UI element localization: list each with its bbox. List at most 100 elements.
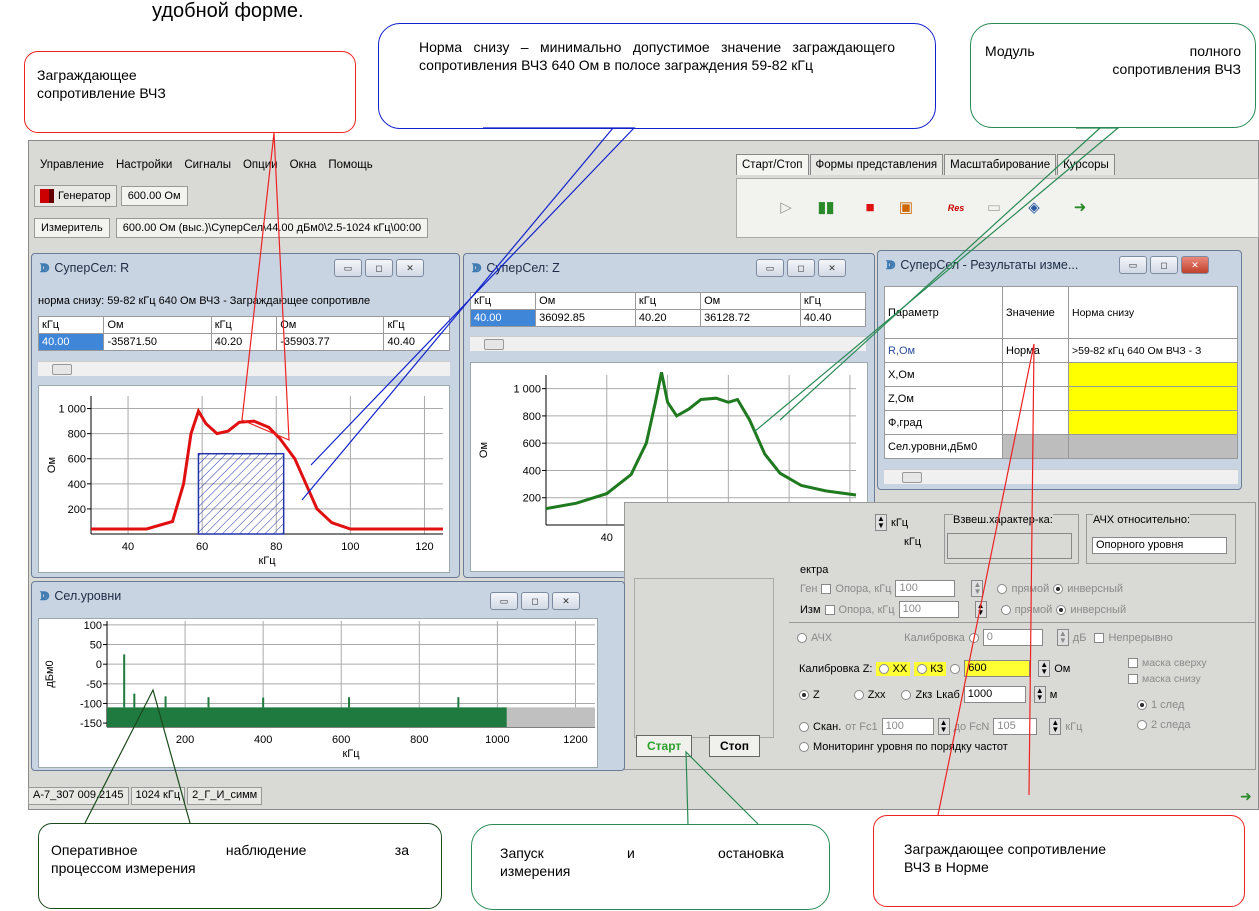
- spin-icon[interactable]: ▲ ▼: [937, 718, 950, 735]
- stop-icon[interactable]: ■: [861, 199, 879, 217]
- maximize-icon[interactable]: ◻: [521, 592, 549, 610]
- meter-button[interactable]: Измеритель: [34, 218, 110, 238]
- scroll-thumb[interactable]: [902, 472, 922, 483]
- exit-icon[interactable]: ➜: [1240, 788, 1252, 805]
- start-button[interactable]: Старт: [636, 735, 693, 757]
- value-cell[interactable]: [1002, 434, 1069, 459]
- menu-control[interactable]: Управление: [40, 159, 104, 171]
- mask-top-checkbox[interactable]: [1128, 658, 1138, 668]
- calib-z-input[interactable]: 600: [964, 660, 1031, 677]
- minimize-icon[interactable]: ▭: [490, 592, 518, 610]
- spin-icon[interactable]: ▲ ▼: [1056, 629, 1069, 646]
- minimize-icon[interactable]: ▭: [1119, 256, 1147, 274]
- maximize-icon[interactable]: ◻: [1150, 256, 1178, 274]
- menu-options[interactable]: Опции: [243, 159, 278, 171]
- tab-views[interactable]: Формы представления: [809, 154, 944, 175]
- reset-icon[interactable]: Res: [947, 199, 965, 217]
- minimize-icon[interactable]: ▭: [756, 259, 784, 277]
- continuous-checkbox[interactable]: [1094, 632, 1105, 643]
- zkz-radio[interactable]: [901, 689, 912, 700]
- gen-ref-checkbox[interactable]: [821, 583, 832, 594]
- scan-to-input[interactable]: 105: [993, 718, 1038, 735]
- value-cell[interactable]: [1002, 410, 1069, 435]
- menu-windows[interactable]: Окна: [290, 159, 317, 171]
- data-table-r[interactable]: кГц Ом кГц Ом кГц 40.00 -35871.50 40.20 …: [37, 316, 450, 351]
- scroll-thumb[interactable]: [52, 364, 72, 375]
- close-icon[interactable]: ✕: [552, 592, 580, 610]
- one-trace-radio[interactable]: [1137, 700, 1147, 710]
- screen-icon[interactable]: ▭: [985, 199, 1003, 217]
- ach-rel-select[interactable]: Опорного уровня: [1092, 537, 1227, 554]
- close-icon[interactable]: ✕: [818, 259, 846, 277]
- results-table[interactable]: Параметр Значение Норма снизу R,Ом Норма…: [884, 286, 1238, 459]
- table-cell[interactable]: -35871.50: [103, 333, 212, 351]
- table-cell[interactable]: 40.20: [210, 333, 278, 351]
- table-cell[interactable]: -35903.77: [276, 333, 385, 351]
- table-cell[interactable]: 40.00: [469, 309, 537, 327]
- maximize-icon[interactable]: ◻: [365, 259, 393, 277]
- calib-xx-option[interactable]: XX: [876, 661, 911, 676]
- calib-input[interactable]: 0: [982, 629, 1043, 646]
- table-cell[interactable]: 40.20: [634, 309, 702, 327]
- spin-icon[interactable]: ▲ ▼: [875, 514, 887, 531]
- z-radio[interactable]: [799, 689, 809, 700]
- close-icon[interactable]: ✕: [396, 259, 424, 277]
- h-scrollbar[interactable]: [38, 361, 450, 376]
- spin-icon[interactable]: ▲ ▼: [1049, 718, 1062, 735]
- spin-icon[interactable]: ▲ ▼: [1033, 686, 1046, 703]
- record-icon[interactable]: ▣: [897, 199, 915, 217]
- play-icon[interactable]: ▷: [777, 199, 795, 217]
- monitor-radio[interactable]: [799, 742, 809, 752]
- value-cell[interactable]: Норма: [1002, 338, 1069, 363]
- maximize-icon[interactable]: ◻: [787, 259, 815, 277]
- minimize-icon[interactable]: ▭: [334, 259, 362, 277]
- tab-start-stop[interactable]: Старт/Стоп: [736, 154, 809, 175]
- h-scrollbar[interactable]: [884, 469, 1238, 484]
- norm-cell[interactable]: [1068, 362, 1238, 387]
- two-trace-radio[interactable]: [1137, 720, 1147, 730]
- gen-direct-radio[interactable]: [997, 583, 1008, 594]
- menu-signals[interactable]: Сигналы: [184, 159, 231, 171]
- norm-cell[interactable]: >59-82 кГц 640 Ом ВЧЗ - З: [1068, 338, 1238, 363]
- izm-ref-input[interactable]: 100: [898, 601, 959, 618]
- table-cell[interactable]: 36092.85: [535, 309, 636, 327]
- mask-bottom-checkbox[interactable]: [1128, 674, 1138, 684]
- norm-cell[interactable]: [1068, 434, 1238, 459]
- h-scrollbar[interactable]: [470, 336, 866, 351]
- scroll-thumb[interactable]: [484, 339, 504, 350]
- spin-icon[interactable]: ▲ ▼: [974, 601, 987, 618]
- menu-settings[interactable]: Настройки: [116, 159, 172, 171]
- calib-radio[interactable]: [968, 632, 979, 643]
- data-table-z[interactable]: кГц Ом кГц Ом кГц 40.00 36092.85 40.20 3…: [469, 292, 867, 327]
- value-cell[interactable]: [1002, 362, 1069, 387]
- calib-kz-option[interactable]: КЗ: [914, 661, 947, 676]
- gen-inverse-radio[interactable]: [1053, 583, 1064, 594]
- norm-cell[interactable]: [1068, 386, 1238, 411]
- exit-icon[interactable]: ➜: [1071, 199, 1089, 217]
- eraser-icon[interactable]: ◈: [1025, 199, 1043, 217]
- table-cell[interactable]: 40.40: [799, 309, 867, 327]
- menu-help[interactable]: Помощь: [328, 159, 372, 171]
- norm-cell[interactable]: [1068, 410, 1238, 435]
- table-cell[interactable]: 40.00: [37, 333, 105, 351]
- ach-radio[interactable]: [797, 632, 807, 643]
- lcab-input[interactable]: 1000: [963, 686, 1026, 703]
- generator-button[interactable]: Генератор: [34, 185, 117, 207]
- close-icon[interactable]: ✕: [1181, 256, 1209, 274]
- izm-ref-checkbox[interactable]: [824, 604, 835, 615]
- table-cell[interactable]: 40.40: [383, 333, 450, 351]
- value-cell[interactable]: [1002, 386, 1069, 411]
- stop-button[interactable]: Стоп: [709, 735, 760, 757]
- calib-custom-radio[interactable]: [950, 663, 961, 674]
- tab-scaling[interactable]: Масштабирование: [944, 154, 1057, 175]
- tab-cursors[interactable]: Курсоры: [1057, 154, 1115, 175]
- gen-ref-input[interactable]: 100: [895, 580, 956, 597]
- pause-icon[interactable]: ▮▮: [817, 199, 835, 217]
- weighted-field[interactable]: [947, 533, 1072, 559]
- zxx-radio[interactable]: [853, 689, 864, 700]
- table-cell[interactable]: 36128.72: [700, 309, 801, 327]
- scan-from-input[interactable]: 100: [881, 718, 934, 735]
- spin-icon[interactable]: ▲ ▼: [1038, 660, 1051, 677]
- scan-radio[interactable]: [799, 721, 809, 732]
- izm-direct-radio[interactable]: [1000, 604, 1011, 615]
